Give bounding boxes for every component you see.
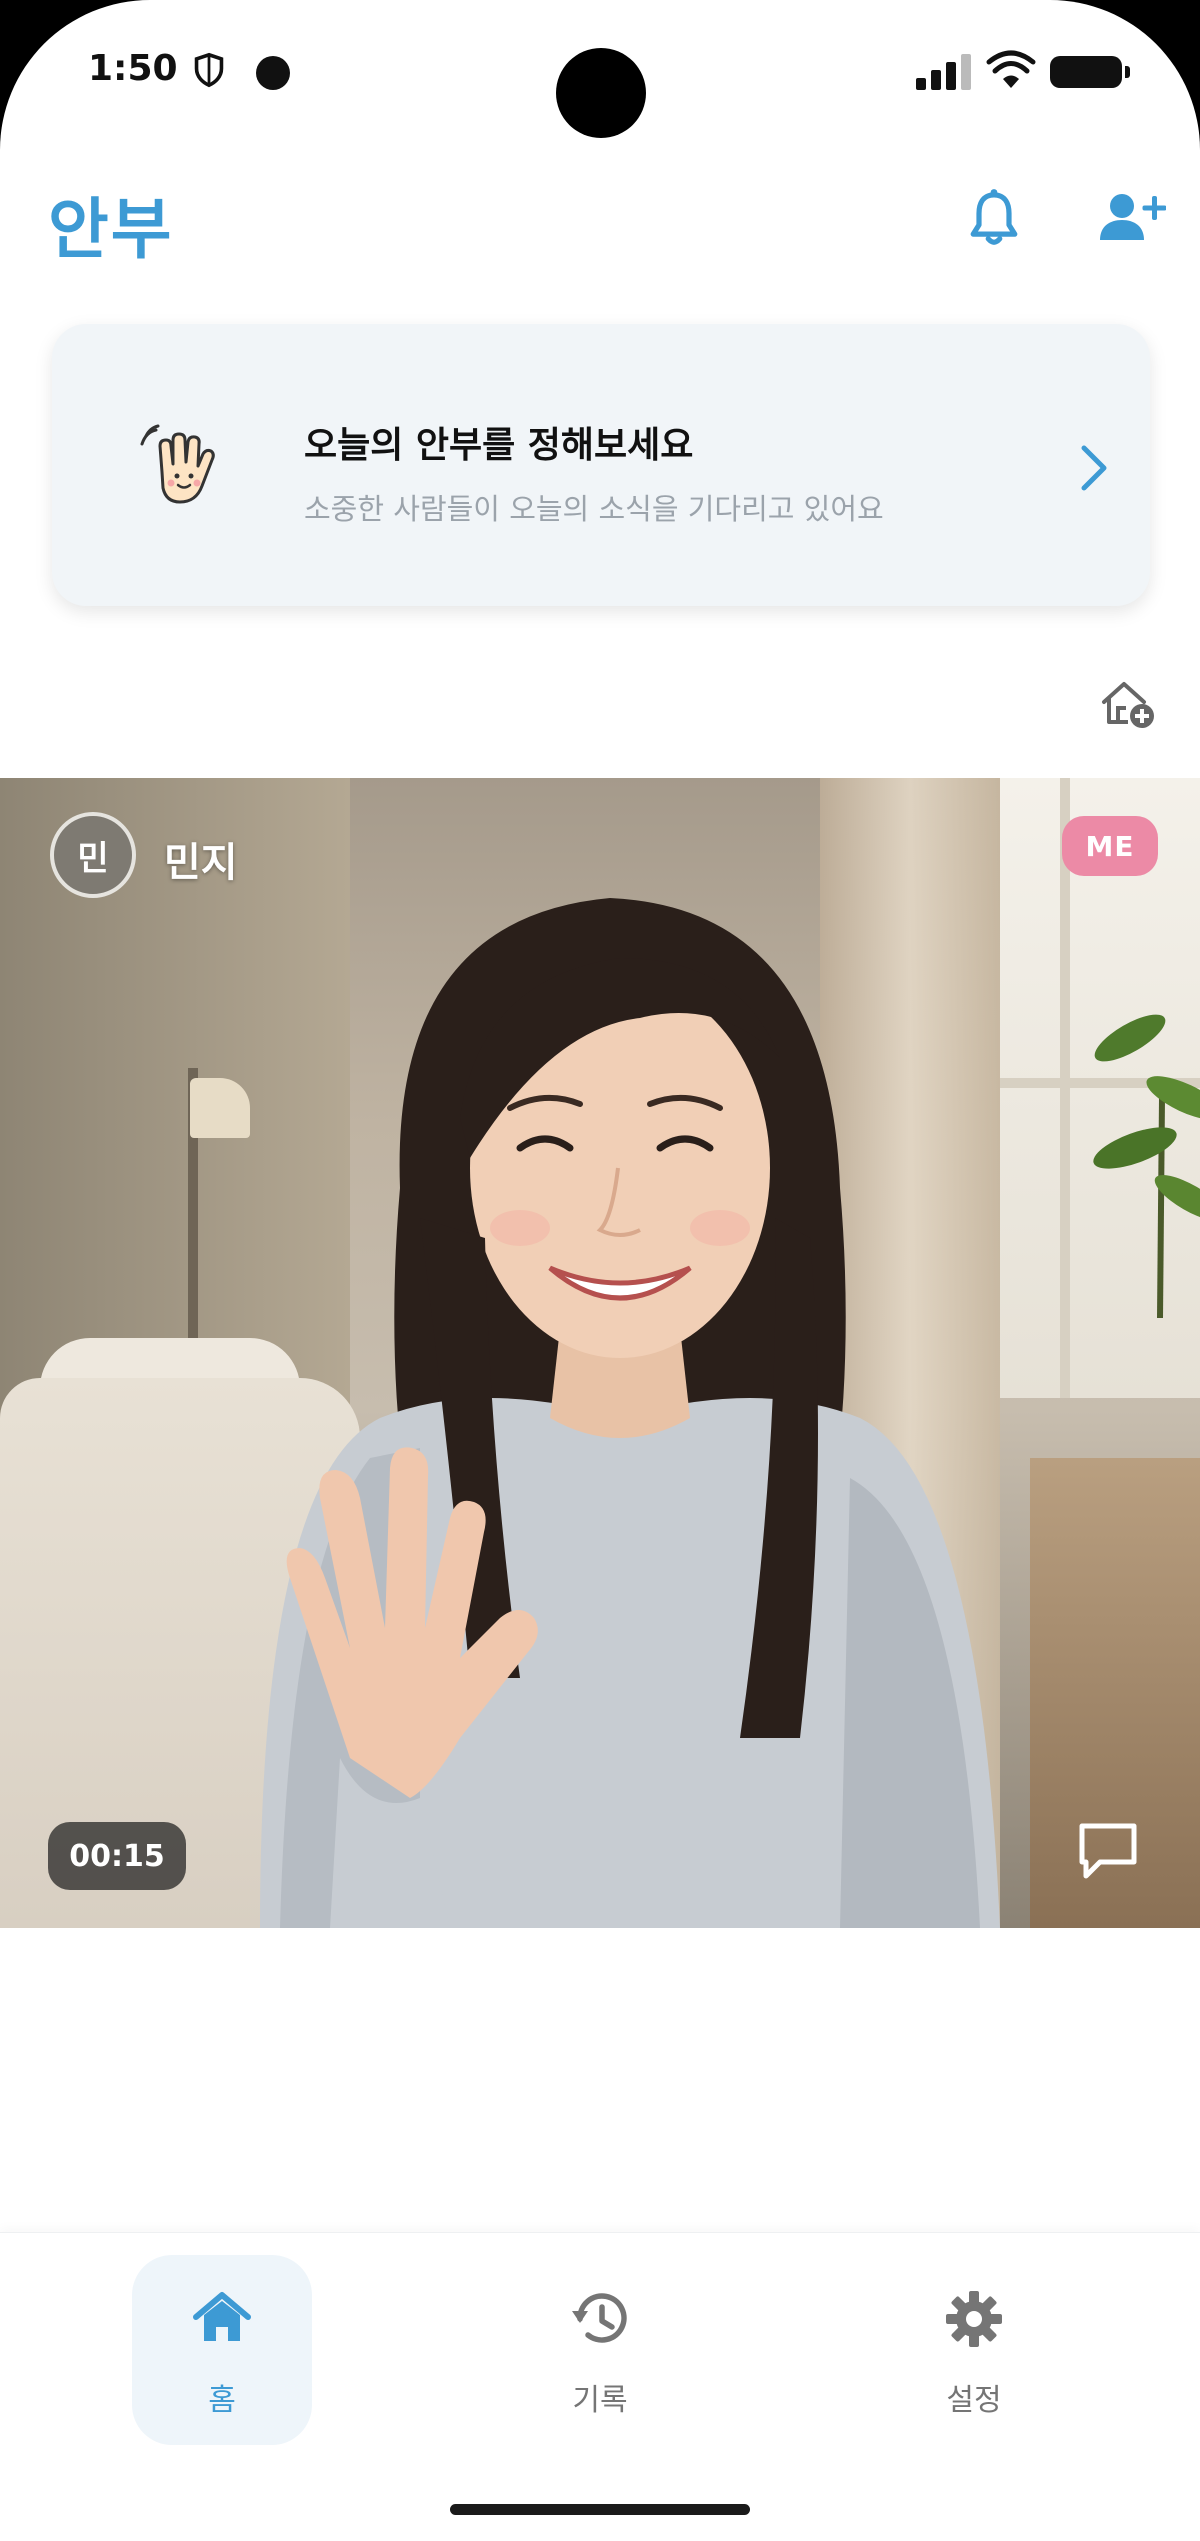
phone-screen: 1:50 안부 오늘의 안부를 정해보세요 소중한 사람들이 오늘의 소식을 기… (0, 0, 1200, 2541)
nav-home-label: 홈 (208, 2383, 236, 2418)
banner-title: 오늘의 안부를 정해보세요 (304, 425, 694, 466)
add-home-icon[interactable] (1098, 676, 1158, 730)
video-card[interactable]: 민 민지 ME 00:15 (0, 778, 1200, 1928)
plant (1093, 1014, 1200, 1318)
history-icon (572, 2293, 627, 2343)
signal-icon (916, 54, 971, 90)
add-user-icon[interactable] (1096, 188, 1166, 248)
banner-subtitle: 소중한 사람들이 오늘의 소식을 기다리고 있어요 (304, 492, 884, 526)
bottom-navigation: 홈 기록 설정 (0, 2232, 1200, 2541)
video-duration: 00:15 (48, 1822, 186, 1890)
app-title: 안부 (48, 191, 174, 268)
shield-icon (194, 52, 224, 88)
gear-icon (946, 2291, 1002, 2347)
home-icon (193, 2292, 251, 2341)
me-badge: ME (1062, 816, 1158, 876)
front-camera (556, 48, 646, 138)
battery-icon (1050, 56, 1130, 88)
notification-dot-icon (256, 56, 290, 90)
bell-icon[interactable] (966, 188, 1022, 248)
comment-icon[interactable] (1076, 1820, 1140, 1882)
avatar[interactable]: 민 (50, 812, 136, 898)
nav-settings[interactable]: 설정 (884, 2255, 1064, 2445)
home-indicator[interactable] (450, 2504, 750, 2515)
chevron-right-icon (1081, 445, 1107, 491)
wifi-icon (986, 50, 1036, 88)
person-waving-photo (260, 898, 1000, 1928)
nav-history-label: 기록 (572, 2383, 628, 2418)
status-bar: 1:50 (0, 0, 1200, 140)
nav-home[interactable]: 홈 (132, 2255, 312, 2445)
waving-hand-icon (140, 424, 215, 504)
status-time: 1:50 (88, 48, 178, 89)
nav-settings-label: 설정 (946, 2383, 1002, 2418)
daily-check-in-banner[interactable]: 오늘의 안부를 정해보세요 소중한 사람들이 오늘의 소식을 기다리고 있어요 (52, 324, 1150, 606)
nav-history[interactable]: 기록 (510, 2255, 690, 2445)
user-name: 민지 (164, 840, 238, 886)
